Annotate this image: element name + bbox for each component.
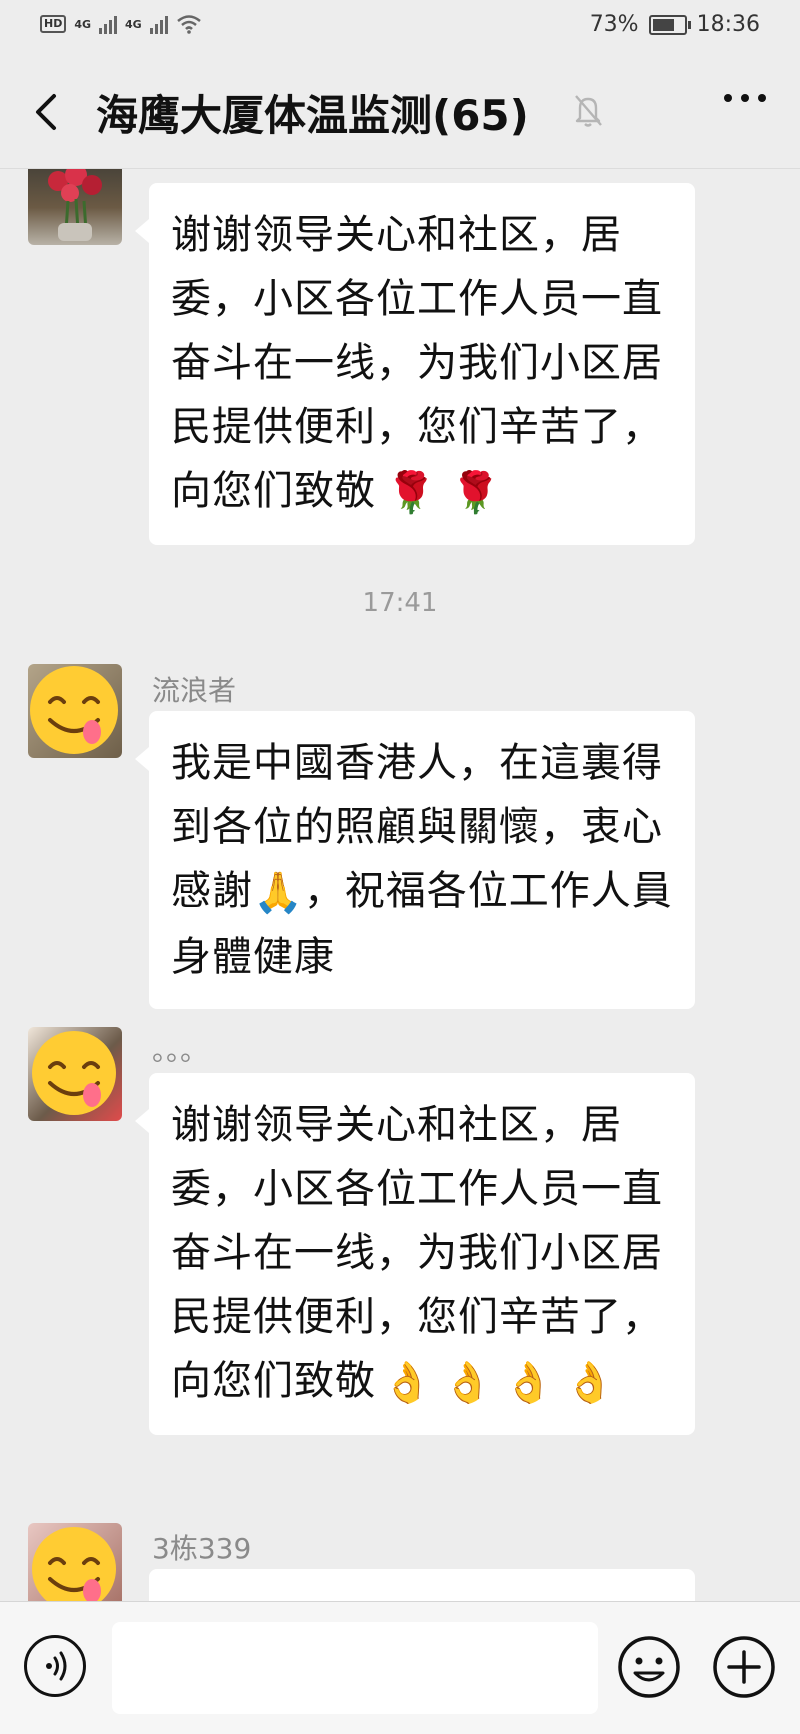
ok-hand-emoji: 👌: [382, 1360, 433, 1406]
battery-icon: [648, 14, 691, 35]
avatar[interactable]: [28, 1523, 122, 1601]
hd-badge: HD: [40, 15, 67, 33]
voice-icon[interactable]: [24, 1635, 86, 1697]
sender-name: 。。。: [152, 1034, 209, 1067]
chat-title: 海鹰大厦体温监测(65): [96, 91, 529, 140]
message-bubble[interactable]: 我是中國香港人，在這裏得到各位的照顧與關懷，衷心感謝🙏，祝福各位工作人員身體健康: [135, 711, 695, 1009]
network-type-2: 4G: [125, 17, 142, 31]
rose-emoji: 🌹: [450, 470, 502, 516]
sender-name: 3栋339: [152, 1532, 252, 1565]
battery-percent: 73%: [589, 12, 639, 37]
timestamp: 17:41: [362, 588, 438, 618]
status-bar-right: 73% 18:36: [590, 12, 760, 37]
more-options-icon[interactable]: [724, 94, 766, 102]
status-bar: HD 4G 4G 73% 18:36: [0, 0, 800, 56]
message-list[interactable]: 谢谢领导关心和社区，居委，小区各位工作人员一直奋斗在一线，为我们小区居民提供便利…: [0, 169, 800, 1601]
rose-emoji: 🌹: [386, 470, 437, 516]
network-type-1: 4G: [74, 17, 92, 31]
clock: 18:36: [696, 12, 760, 37]
avatar[interactable]: [28, 169, 122, 245]
chat-header: 海鹰大厦体温监测(65): [0, 56, 800, 169]
ok-hand-emoji: 👌: [564, 1360, 616, 1406]
input-bar: [0, 1601, 800, 1734]
ok-hand-emoji: 👌: [503, 1360, 555, 1406]
signal-icon: [99, 14, 118, 34]
mute-bell-icon: [575, 95, 602, 127]
avatar[interactable]: [28, 1027, 122, 1121]
message-bubble[interactable]: [149, 1569, 695, 1601]
avatar[interactable]: [28, 664, 122, 758]
message-bubble[interactable]: 谢谢领导关心和社区，居委，小区各位工作人员一直奋斗在一线，为我们小区居民提供便利…: [135, 1073, 695, 1435]
back-arrow-icon[interactable]: [30, 92, 64, 132]
sender-name: 流浪者: [152, 674, 237, 707]
pray-emoji: 🙏: [253, 870, 304, 916]
plus-icon[interactable]: [712, 1635, 776, 1699]
ok-hand-emoji: 👌: [442, 1360, 494, 1406]
emoji-face-icon[interactable]: [617, 1635, 681, 1699]
message-input[interactable]: [112, 1622, 598, 1714]
status-bar-left: HD 4G 4G: [40, 14, 202, 34]
signal-icon-2: [149, 14, 168, 34]
message-bubble[interactable]: 谢谢领导关心和社区，居委，小区各位工作人员一直奋斗在一线，为我们小区居民提供便利…: [135, 183, 695, 545]
wifi-icon: [176, 15, 201, 34]
